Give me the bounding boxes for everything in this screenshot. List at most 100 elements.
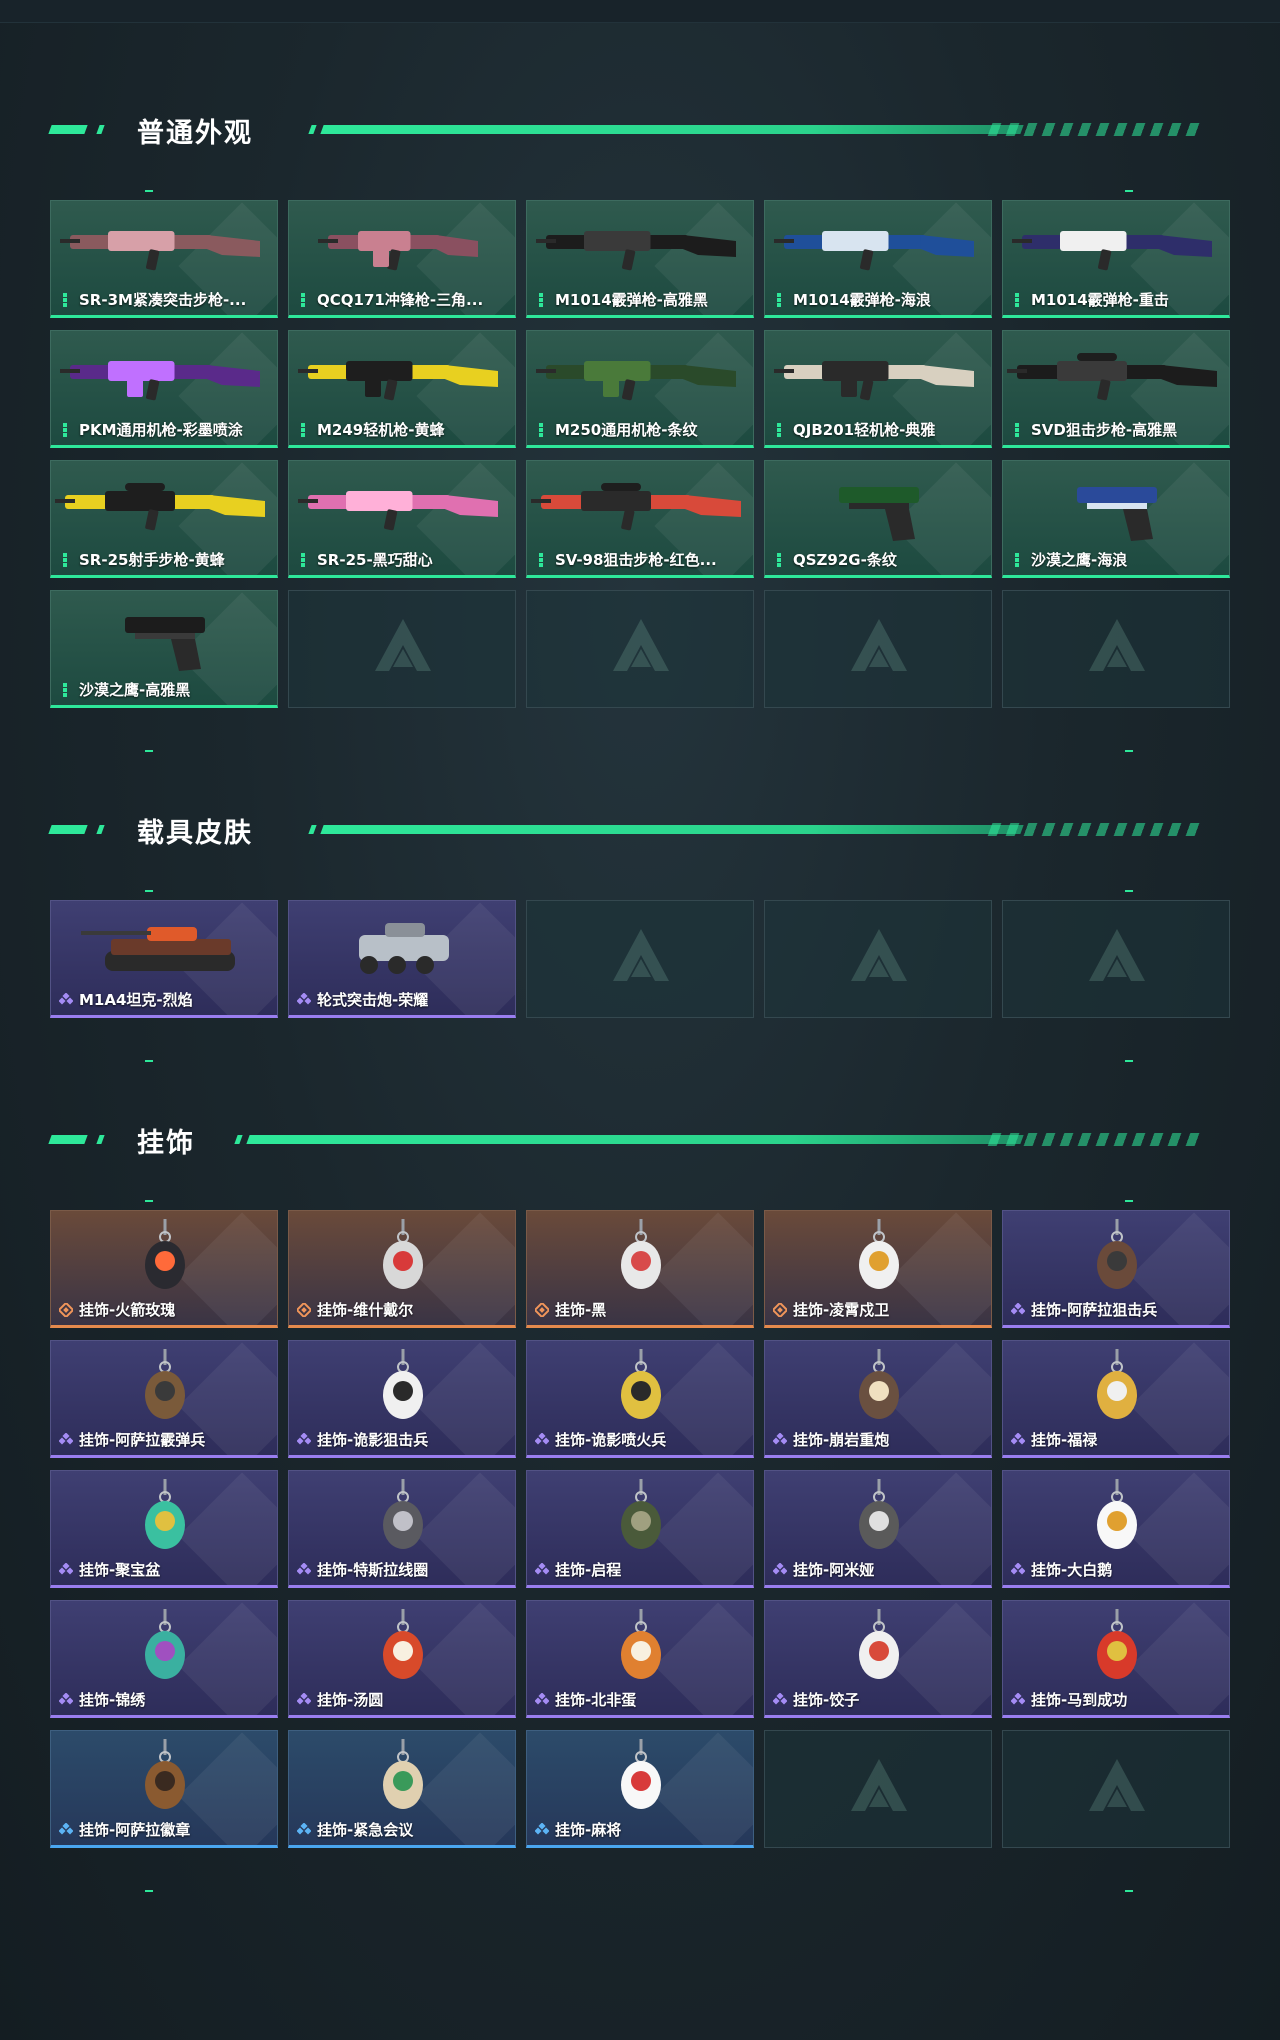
item-card[interactable]: 挂饰-紧急会议 bbox=[288, 1730, 516, 1848]
item-card[interactable]: 挂饰-大白鹅 bbox=[1002, 1470, 1230, 1588]
header-accent-bar bbox=[48, 1135, 88, 1144]
rarity-orange-icon bbox=[297, 1302, 311, 1317]
item-card[interactable]: 挂饰-维什戴尔 bbox=[288, 1210, 516, 1328]
item-label: M1014霰弹枪-海浪 bbox=[773, 289, 931, 310]
placeholder-logo-icon bbox=[613, 929, 669, 981]
placeholder-logo-icon bbox=[613, 619, 669, 671]
item-label: 挂饰-火箭玫瑰 bbox=[59, 1299, 175, 1320]
machine-gun-icon bbox=[774, 361, 974, 401]
rarity-purple-icon bbox=[535, 1432, 549, 1445]
item-name: 挂饰-福禄 bbox=[1031, 1431, 1098, 1449]
item-card[interactable]: QJB201轻机枪-典雅 bbox=[764, 330, 992, 448]
item-name: QJB201轻机枪-典雅 bbox=[793, 421, 936, 439]
item-card[interactable]: SV-98狙击步枪-红色... bbox=[526, 460, 754, 578]
item-image bbox=[289, 1605, 515, 1687]
item-card[interactable]: SR-25-黑巧甜心 bbox=[288, 460, 516, 578]
section-title: 载具皮肤 bbox=[137, 818, 253, 849]
item-label: 挂饰-汤圆 bbox=[297, 1689, 383, 1710]
item-card[interactable]: 挂饰-聚宝盆 bbox=[50, 1470, 278, 1588]
item-label: 挂饰-锦绣 bbox=[59, 1689, 145, 1710]
rarity-green-icon bbox=[539, 552, 543, 567]
rarity-purple-icon bbox=[773, 1692, 787, 1705]
item-card[interactable]: SR-3M紧凑突击步枪-... bbox=[50, 200, 278, 318]
item-label: 挂饰-阿萨拉霰弹兵 bbox=[59, 1429, 205, 1450]
item-card[interactable]: 挂饰-诡影狙击兵 bbox=[288, 1340, 516, 1458]
corner-tick bbox=[1125, 1060, 1133, 1062]
charm-icon bbox=[383, 1479, 423, 1549]
item-name: 挂饰-特斯拉线圈 bbox=[317, 1561, 429, 1579]
item-name: 沙漠之鹰-海浪 bbox=[1031, 551, 1128, 569]
item-label: M1A4坦克-烈焰 bbox=[59, 989, 193, 1010]
item-card[interactable]: 挂饰-福禄 bbox=[1002, 1340, 1230, 1458]
item-card[interactable]: 挂饰-火箭玫瑰 bbox=[50, 1210, 278, 1328]
item-image bbox=[765, 1605, 991, 1687]
corner-tick bbox=[145, 890, 153, 892]
empty-slot bbox=[526, 900, 754, 1018]
item-card[interactable]: 挂饰-凌霄戍卫 bbox=[764, 1210, 992, 1328]
placeholder-logo-icon bbox=[1089, 1759, 1145, 1811]
item-image bbox=[527, 335, 753, 417]
item-card[interactable]: M1A4坦克-烈焰 bbox=[50, 900, 278, 1018]
item-card[interactable]: 挂饰-阿米娅 bbox=[764, 1470, 992, 1588]
header-accent-bar bbox=[308, 125, 317, 134]
item-card[interactable]: 挂饰-饺子 bbox=[764, 1600, 992, 1718]
item-card[interactable]: 挂饰-马到成功 bbox=[1002, 1600, 1230, 1718]
item-card[interactable]: 挂饰-北非蛋 bbox=[526, 1600, 754, 1718]
rarity-green-icon bbox=[1015, 422, 1019, 437]
item-image bbox=[51, 465, 277, 547]
rarity-green-icon bbox=[777, 292, 781, 307]
item-card[interactable]: 挂饰-阿萨拉徽章 bbox=[50, 1730, 278, 1848]
item-card[interactable]: 挂饰-阿萨拉狙击兵 bbox=[1002, 1210, 1230, 1328]
item-name: PKM通用机枪-彩墨喷涂 bbox=[79, 421, 243, 439]
corner-tick bbox=[1125, 890, 1133, 892]
corner-tick bbox=[1125, 190, 1133, 192]
item-card[interactable]: 挂饰-麻将 bbox=[526, 1730, 754, 1848]
item-card[interactable]: 挂饰-特斯拉线圈 bbox=[288, 1470, 516, 1588]
item-card[interactable]: 沙漠之鹰-高雅黑 bbox=[50, 590, 278, 708]
item-image bbox=[51, 1215, 277, 1297]
item-card[interactable]: 挂饰-锦绣 bbox=[50, 1600, 278, 1718]
item-card[interactable]: 挂饰-崩岩重炮 bbox=[764, 1340, 992, 1458]
item-card[interactable]: SR-25射手步枪-黄蜂 bbox=[50, 460, 278, 578]
item-card[interactable]: 挂饰-黑 bbox=[526, 1210, 754, 1328]
rarity-green-icon bbox=[301, 292, 305, 307]
item-card[interactable]: M1014霰弹枪-海浪 bbox=[764, 200, 992, 318]
item-card[interactable]: PKM通用机枪-彩墨喷涂 bbox=[50, 330, 278, 448]
item-card[interactable]: M249轻机枪-黄蜂 bbox=[288, 330, 516, 448]
item-label: QCQ171冲锋枪-三角... bbox=[297, 289, 483, 310]
item-card[interactable]: SVD狙击步枪-高雅黑 bbox=[1002, 330, 1230, 448]
item-card[interactable]: 挂饰-汤圆 bbox=[288, 1600, 516, 1718]
item-card[interactable]: QCQ171冲锋枪-三角... bbox=[288, 200, 516, 318]
item-image bbox=[527, 205, 753, 287]
header-divider-line bbox=[320, 825, 1024, 834]
item-label: 挂饰-聚宝盆 bbox=[59, 1559, 160, 1580]
item-image bbox=[527, 1345, 753, 1427]
section-1: 载具皮肤 M1A4坦克-烈焰 轮式突击炮-荣耀 bbox=[0, 810, 1280, 1070]
item-card[interactable]: M250通用机枪-条纹 bbox=[526, 330, 754, 448]
header-accent-bar bbox=[96, 1135, 105, 1144]
item-card[interactable]: 挂饰-阿萨拉霰弹兵 bbox=[50, 1340, 278, 1458]
item-label: QJB201轻机枪-典雅 bbox=[773, 419, 935, 440]
rarity-purple-icon bbox=[1011, 1432, 1025, 1445]
charm-icon bbox=[383, 1349, 423, 1419]
item-card[interactable]: 轮式突击炮-荣耀 bbox=[288, 900, 516, 1018]
rarity-purple-icon bbox=[59, 1692, 73, 1705]
item-image bbox=[51, 595, 277, 677]
pistol-icon bbox=[839, 487, 919, 541]
item-card[interactable]: QSZ92G-条纹 bbox=[764, 460, 992, 578]
rarity-green-icon bbox=[539, 422, 543, 437]
charm-icon bbox=[383, 1609, 423, 1679]
item-card[interactable]: M1014霰弹枪-高雅黑 bbox=[526, 200, 754, 318]
item-name: 挂饰-黑 bbox=[555, 1301, 607, 1319]
corner-tick bbox=[1125, 750, 1133, 752]
item-name: 挂饰-麻将 bbox=[555, 1821, 622, 1839]
item-card[interactable]: 挂饰-启程 bbox=[526, 1470, 754, 1588]
rarity-purple-icon bbox=[297, 992, 311, 1005]
item-name: QCQ171冲锋枪-三角... bbox=[317, 291, 484, 309]
item-card[interactable]: M1014霰弹枪-重击 bbox=[1002, 200, 1230, 318]
item-card[interactable]: 沙漠之鹰-海浪 bbox=[1002, 460, 1230, 578]
rarity-green-icon bbox=[1015, 552, 1019, 567]
item-card[interactable]: 挂饰-诡影喷火兵 bbox=[526, 1340, 754, 1458]
rarity-purple-icon bbox=[297, 1562, 311, 1575]
charm-icon bbox=[145, 1609, 185, 1679]
